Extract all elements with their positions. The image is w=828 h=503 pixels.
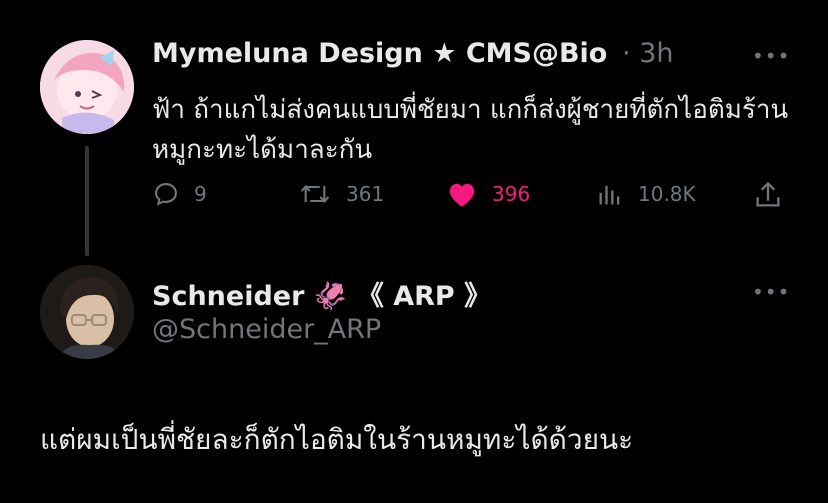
like-count: 396 (492, 182, 531, 206)
repost-count: 361 (346, 182, 385, 206)
tweet-time[interactable]: 3h (639, 38, 673, 69)
views-button[interactable]: 10.8K (596, 180, 696, 208)
repost-button[interactable]: 361 (298, 180, 384, 208)
more-options-button[interactable]: ••• (752, 280, 790, 304)
reply-text: แต่ผมเป็นพี่ชัยละก็ตักไอติมในร้านหมูทะได… (40, 423, 634, 456)
reply-count: 9 (194, 182, 207, 206)
share-button[interactable] (754, 180, 782, 210)
reply-icon (155, 183, 177, 206)
views-count: 10.8K (638, 182, 696, 206)
reply-button[interactable]: 9 (152, 180, 207, 208)
analytics-icon (599, 185, 620, 205)
avatar-image (40, 265, 134, 359)
reply-author-name[interactable]: Schneider 🦑 《 ARP 》 (152, 274, 491, 313)
more-options-button[interactable]: ••• (752, 44, 790, 68)
tweet-text: ฟ้า ถ้าแกไม่ส่งคนแบบพี่ชัยมา แกก็ส่งผู้ช… (152, 95, 789, 165)
repost-icon (300, 184, 330, 204)
like-button[interactable]: 396 (446, 180, 530, 208)
heart-icon (449, 183, 475, 207)
avatar[interactable] (40, 40, 134, 134)
share-icon (756, 181, 780, 207)
avatar-image (40, 40, 134, 134)
avatar[interactable] (40, 265, 134, 359)
time-separator: · (622, 38, 631, 69)
thread-line (85, 146, 89, 256)
reply-handle[interactable]: @Schneider_ARP (152, 314, 381, 345)
tweet-author-name[interactable]: Mymeluna Design ★ CMS@Bio (152, 38, 607, 69)
